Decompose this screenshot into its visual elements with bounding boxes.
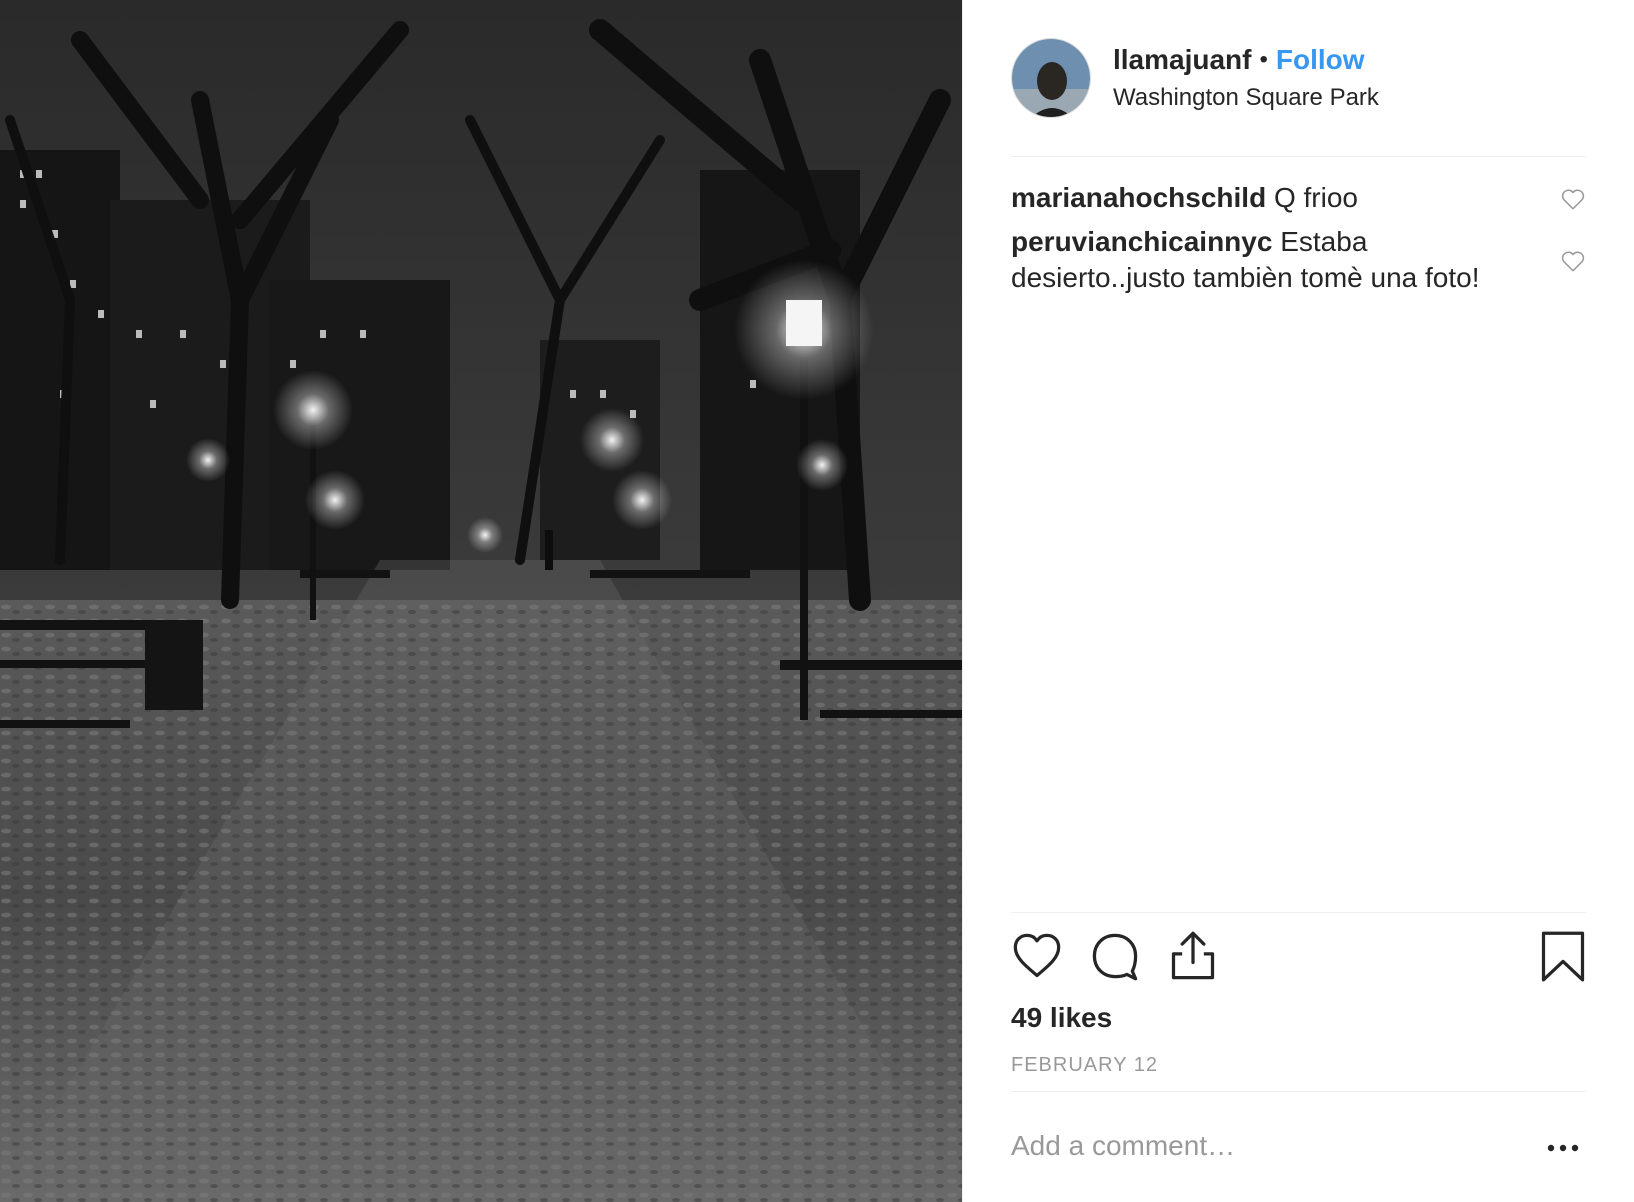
header-divider <box>1011 156 1586 157</box>
more-dots-icon[interactable] <box>1541 1130 1585 1166</box>
comment-heart-icon[interactable] <box>1560 186 1586 212</box>
comment-author[interactable]: marianahochschild <box>1011 182 1266 213</box>
post-photo[interactable] <box>0 0 962 1202</box>
comment-author[interactable]: peruvianchicainnyc <box>1011 226 1272 257</box>
post-side-panel: llamajuanf • Follow Washington Square Pa… <box>962 0 1634 1202</box>
separator-dot: • <box>1259 46 1268 73</box>
user-line: llamajuanf • Follow <box>1113 42 1379 78</box>
comment-item: marianahochschild Q frioo <box>1011 180 1586 216</box>
post-date: FEBRUARY 12 <box>1011 1054 1158 1076</box>
comment-text: Q frioo <box>1273 182 1358 213</box>
post-modal: llamajuanf • Follow Washington Square Pa… <box>0 0 1634 1202</box>
comment-bubble-icon[interactable] <box>1089 930 1141 982</box>
comment-item: peruvianchicainnyc Estaba desierto..just… <box>1011 224 1586 296</box>
actions-divider <box>1011 912 1586 913</box>
follow-button[interactable]: Follow <box>1276 42 1365 78</box>
comment-divider <box>1011 1091 1586 1092</box>
header-text: llamajuanf • Follow Washington Square Pa… <box>1113 42 1379 114</box>
add-comment-input[interactable] <box>1011 1124 1491 1168</box>
bookmark-icon[interactable] <box>1537 930 1589 982</box>
likes-count[interactable]: 49 likes <box>1011 1000 1112 1036</box>
heart-icon[interactable] <box>1011 930 1063 982</box>
comment-heart-icon[interactable] <box>1560 248 1586 274</box>
location-link[interactable]: Washington Square Park <box>1113 82 1379 114</box>
avatar-icon[interactable] <box>1011 38 1091 118</box>
post-header: llamajuanf • Follow Washington Square Pa… <box>1011 38 1586 118</box>
comments-list: marianahochschild Q frioo peruvianchicai… <box>1011 180 1586 304</box>
night-park-image <box>0 0 962 1202</box>
action-bar <box>1011 930 1586 982</box>
share-icon[interactable] <box>1167 930 1219 982</box>
username-link[interactable]: llamajuanf <box>1113 42 1251 78</box>
